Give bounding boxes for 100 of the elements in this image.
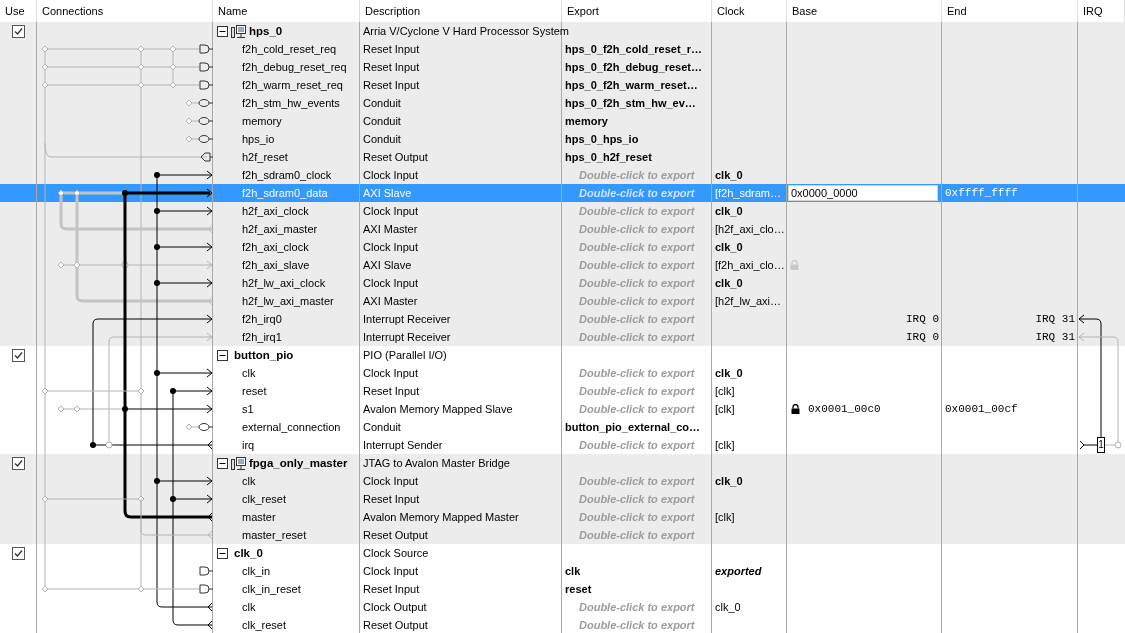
description-text: Clock Input <box>363 241 419 253</box>
clock-name: [clk] <box>715 385 735 397</box>
port-name[interactable]: f2h_irq1 <box>242 331 282 343</box>
use-checkbox[interactable] <box>11 546 25 560</box>
port-name[interactable]: clk_in_reset <box>242 583 301 595</box>
port-name[interactable]: clk_reset <box>242 493 287 505</box>
port-name[interactable]: clk_in <box>242 565 271 577</box>
port-name[interactable]: clk <box>242 601 256 613</box>
base-field[interactable]: 0x0000_0000 <box>788 185 938 201</box>
use-checkbox[interactable] <box>11 24 25 38</box>
collapse-icon[interactable] <box>217 349 228 361</box>
clock-name: [clk] <box>715 439 735 451</box>
clock-name: clk_0 <box>715 241 743 253</box>
port-name[interactable]: f2h_stm_hw_events <box>242 97 340 109</box>
end-address: 0xffff_ffff <box>945 187 1018 199</box>
description-text: Reset Output <box>363 529 428 541</box>
description-text: Clock Input <box>363 277 419 289</box>
description-text: Conduit <box>363 421 401 433</box>
port-name[interactable]: h2f_lw_axi_master <box>242 295 334 307</box>
description-text: Reset Input <box>363 385 420 397</box>
component-name[interactable]: clk_0 <box>234 547 263 559</box>
export-name[interactable]: button_pio_external_co… <box>565 421 701 433</box>
description-text: AXI Master <box>363 223 418 235</box>
clock-name: clk_0 <box>715 475 743 487</box>
clock-name: clk_0 <box>715 277 743 289</box>
description-text: AXI Slave <box>363 187 412 199</box>
port-name[interactable]: f2h_cold_reset_req <box>242 43 337 55</box>
description-text: Reset Input <box>363 61 420 73</box>
description-text: Reset Input <box>363 493 420 505</box>
export-name[interactable]: memory <box>565 115 608 127</box>
collapse-icon[interactable] <box>217 25 228 37</box>
export-name[interactable]: hps_0_f2h_debug_reset… <box>565 61 702 73</box>
port-name[interactable]: h2f_axi_clock <box>242 205 309 217</box>
description-text: Interrupt Receiver <box>363 331 451 343</box>
description-text: AXI Slave <box>363 259 412 271</box>
export-name[interactable]: clk <box>565 565 581 577</box>
clock-name: [f2h_sdram… <box>715 187 782 199</box>
end-address: 0x0001_00cf <box>945 403 1018 415</box>
port-name[interactable]: clk <box>242 475 256 487</box>
export-name[interactable]: hps_0_h2f_reset <box>565 151 652 163</box>
description-text: Reset Output <box>363 619 428 631</box>
use-checkbox[interactable] <box>11 348 25 362</box>
port-name[interactable]: f2h_axi_slave <box>242 259 310 271</box>
description-text: Clock Input <box>363 205 419 217</box>
export-name[interactable]: reset <box>565 583 592 595</box>
description-text: PIO (Parallel I/O) <box>363 349 447 361</box>
port-name[interactable]: h2f_reset <box>242 151 288 163</box>
port-name[interactable]: clk_reset <box>242 619 287 631</box>
description-text: Conduit <box>363 115 401 127</box>
clock-name: [h2f_axi_clo… <box>715 223 785 235</box>
use-checkbox[interactable] <box>11 456 25 470</box>
port-name[interactable]: irq <box>242 439 255 451</box>
port-name[interactable]: f2h_axi_clock <box>242 241 309 253</box>
description-text: AXI Master <box>363 295 418 307</box>
end-address: IRQ 31 <box>1035 313 1075 325</box>
clock-name: clk_0 <box>715 169 743 181</box>
description-text: Reset Input <box>363 79 420 91</box>
irq-number[interactable]: 1 <box>1097 437 1105 453</box>
port-name[interactable]: h2f_lw_axi_clock <box>242 277 326 289</box>
port-name[interactable]: h2f_axi_master <box>242 223 318 235</box>
clock-name: clk_0 <box>715 367 743 379</box>
clock-name: clk_0 <box>715 205 743 217</box>
port-name[interactable]: f2h_warm_reset_req <box>242 79 343 91</box>
port-name[interactable]: external_connection <box>242 421 341 433</box>
description-text: Conduit <box>363 133 401 145</box>
description-text: Clock Input <box>363 475 419 487</box>
clock-name: [h2f_lw_axi… <box>715 295 782 307</box>
description-text: Clock Output <box>363 601 427 613</box>
description-text: Interrupt Sender <box>363 439 443 451</box>
port-name[interactable]: master_reset <box>242 529 307 541</box>
clock-name: exported <box>715 565 762 577</box>
component-name[interactable]: button_pio <box>234 349 294 361</box>
lock-icon[interactable] <box>791 404 800 414</box>
collapse-icon[interactable] <box>217 457 228 469</box>
clock-name: clk_0 <box>715 601 741 613</box>
end-address: IRQ 31 <box>1035 331 1075 343</box>
port-name[interactable]: f2h_debug_reset_req <box>242 61 347 73</box>
description-text: Clock Input <box>363 565 419 577</box>
base-address: IRQ 0 <box>906 331 939 343</box>
port-name[interactable]: master <box>242 511 276 523</box>
clock-name: [clk] <box>715 511 735 523</box>
export-name[interactable]: hps_0_f2h_cold_reset_r… <box>565 43 702 55</box>
description-text: Reset Output <box>363 151 428 163</box>
port-name[interactable]: memory <box>242 115 282 127</box>
component-name[interactable]: fpga_only_master <box>249 457 348 469</box>
export-name[interactable]: hps_0_hps_io <box>565 133 639 145</box>
description-text: Interrupt Receiver <box>363 313 451 325</box>
port-name[interactable]: clk <box>242 367 256 379</box>
port-name[interactable]: s1 <box>242 403 254 415</box>
port-name[interactable]: f2h_sdram0_clock <box>242 169 332 181</box>
port-name[interactable]: reset <box>242 385 267 397</box>
collapse-icon[interactable] <box>217 547 228 559</box>
port-name[interactable]: hps_io <box>242 133 275 145</box>
port-name[interactable]: f2h_irq0 <box>242 313 282 325</box>
export-name[interactable]: hps_0_f2h_stm_hw_ev… <box>565 97 696 109</box>
description-text: Avalon Memory Mapped Slave <box>363 403 513 415</box>
base-address: 0x0001_00c0 <box>808 403 881 415</box>
export-name[interactable]: hps_0_f2h_warm_reset… <box>565 79 698 91</box>
description-text: JTAG to Avalon Master Bridge <box>363 457 510 469</box>
component-name[interactable]: hps_0 <box>249 25 283 37</box>
